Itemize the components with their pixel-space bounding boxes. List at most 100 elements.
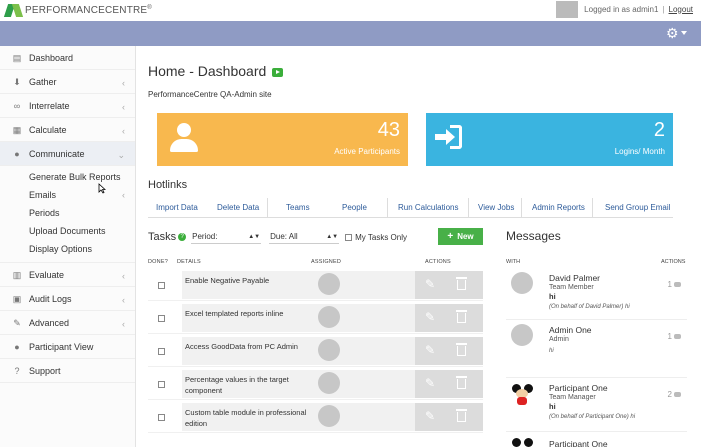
period-label: Period: — [192, 232, 218, 241]
table-row: Custom table module in professional edit… — [148, 402, 483, 433]
sidebar-item-interrelate[interactable]: ∞ Interrelate ‹ — [0, 94, 135, 118]
gear-icon[interactable]: ⚙ — [666, 26, 681, 41]
link-icon: ∞ — [13, 100, 21, 111]
done-checkbox[interactable] — [158, 414, 165, 421]
col-msg-actions: ACTIONS — [661, 259, 686, 265]
hotlink-run-calculations[interactable]: Run Calculations — [388, 198, 469, 218]
sidebar-item-participant-view[interactable]: ● Participant View — [0, 335, 135, 359]
edit-icon[interactable]: ✎ — [425, 344, 438, 356]
chevron-left-icon: ‹ — [122, 102, 125, 112]
tile-logins-month[interactable]: 2 Logins/ Month — [426, 113, 673, 166]
done-checkbox[interactable] — [158, 282, 165, 289]
user-icon — [169, 123, 199, 153]
page-title-text: Home - Dashboard — [148, 63, 267, 79]
page-title: Home - Dashboard — [148, 63, 284, 79]
chevron-left-icon: ‹ — [122, 126, 125, 136]
help-icon[interactable]: ? — [178, 233, 187, 241]
message-name: Participant One — [549, 439, 608, 447]
table-row: Excel templated reports inline ✎ — [148, 303, 483, 334]
done-checkbox[interactable] — [158, 348, 165, 355]
new-label: New — [457, 232, 474, 241]
sidebar-item-advanced[interactable]: ✎ Advanced ‹ — [0, 311, 135, 335]
trash-icon[interactable] — [456, 376, 467, 389]
reply-count[interactable]: 1 — [668, 332, 681, 341]
hotlink-admin-reports[interactable]: Admin Reports — [522, 198, 593, 218]
sidebar-item-support[interactable]: ? Support — [0, 359, 135, 383]
trash-icon[interactable] — [456, 409, 467, 422]
chevron-down-icon: ⌄ — [117, 150, 125, 160]
done-checkbox[interactable] — [158, 381, 165, 388]
message-item[interactable]: Participant One — [506, 434, 687, 447]
sidebar-item-gather[interactable]: ⬇ Gather ‹ — [0, 70, 135, 94]
submenu-upload-documents[interactable]: Upload Documents — [0, 222, 135, 240]
hotlinks-bar: Import Data Delete Data Teams People Run… — [148, 198, 673, 218]
message-item[interactable]: David Palmer Team Member hi (On behalf o… — [506, 270, 687, 320]
hotlink-send-group-email[interactable]: Send Group Email — [593, 198, 673, 218]
task-details[interactable]: Percentage values in the target componen… — [182, 370, 313, 398]
message-name: Admin One — [549, 325, 592, 335]
message-behalf: (On behalf of David Palmer) hi — [549, 304, 630, 310]
done-checkbox[interactable] — [158, 315, 165, 322]
caret-icon: ▲▼ — [326, 233, 339, 240]
caret-icon: ▲▼ — [248, 233, 261, 240]
task-details[interactable]: Access GoodData from PC Admin — [182, 337, 313, 365]
help-icon: ? — [14, 365, 20, 376]
sidebar-item-evaluate[interactable]: ▥ Evaluate ‹ — [0, 263, 135, 287]
my-tasks-checkbox[interactable] — [345, 233, 353, 241]
sidebar-item-label: Support — [29, 365, 61, 376]
col-actions: ACTIONS — [425, 259, 451, 265]
edit-icon[interactable]: ✎ — [425, 278, 438, 290]
message-role: Team Member — [549, 284, 594, 291]
hotlink-delete-data[interactable]: Delete Data — [208, 198, 268, 218]
separator: | — [662, 4, 665, 14]
sidebar-item-communicate[interactable]: ● Communicate ⌄ — [0, 142, 135, 166]
edit-icon[interactable]: ✎ — [425, 410, 438, 422]
message-name: Participant One — [549, 383, 608, 393]
hotlink-import-data[interactable]: Import Data — [148, 198, 208, 218]
chevron-left-icon: ‹ — [122, 319, 125, 329]
sidebar-item-calculate[interactable]: ▦ Calculate ‹ — [0, 118, 135, 142]
navbar: ⚙ — [0, 21, 701, 46]
reply-count[interactable]: 2 — [668, 390, 681, 399]
col-done: DONE? — [148, 259, 168, 265]
period-select[interactable]: Period: ▲▼ — [191, 231, 262, 244]
trash-icon[interactable] — [456, 343, 467, 356]
trash-icon[interactable] — [456, 277, 467, 290]
hotlink-view-jobs[interactable]: View Jobs — [469, 198, 522, 218]
col-details: DETAILS — [177, 259, 201, 265]
message-item[interactable]: Participant One Team Manager hi (On beha… — [506, 380, 687, 432]
col-assigned: ASSIGNED — [311, 259, 342, 265]
due-select[interactable]: Due: All ▲▼ — [269, 231, 340, 244]
edit-icon[interactable]: ✎ — [425, 311, 438, 323]
edit-icon[interactable]: ✎ — [425, 377, 438, 389]
reply-count[interactable]: 1 — [668, 280, 681, 289]
trash-icon[interactable] — [456, 310, 467, 323]
sidebar-item-audit-logs[interactable]: ▣ Audit Logs ‹ — [0, 287, 135, 311]
submenu-display-options[interactable]: Display Options — [0, 240, 135, 258]
submenu-periods[interactable]: Periods — [0, 204, 135, 222]
video-icon[interactable] — [272, 67, 284, 77]
sidebar-item-label: Advanced — [29, 317, 70, 328]
submenu-generate-bulk-reports[interactable]: Generate Bulk Reports — [0, 168, 135, 186]
logout-link[interactable]: Logout — [669, 5, 693, 14]
message-item[interactable]: Admin One Admin hi 1 — [506, 322, 687, 378]
avatar — [511, 272, 533, 294]
sidebar-item-label: Participant View — [29, 341, 94, 352]
site-name: PerformanceCentre QA-Admin site — [148, 90, 272, 99]
tile-active-participants[interactable]: 43 Active Participants — [157, 113, 408, 166]
log-icon: ▣ — [12, 293, 22, 304]
hotlink-teams[interactable]: Teams — [268, 198, 332, 218]
submenu-emails[interactable]: Emails ‹ — [0, 186, 135, 204]
task-details[interactable]: Enable Negative Payable — [182, 271, 313, 299]
sidebar-item-dashboard[interactable]: ▤ Dashboard — [0, 46, 135, 70]
message-role: Admin — [549, 336, 569, 343]
caret-down-icon[interactable] — [681, 31, 687, 35]
logo[interactable]: PERFORMANCECENTRE® — [3, 2, 152, 19]
hotlink-people[interactable]: People — [332, 198, 388, 218]
user-avatar[interactable] — [556, 0, 579, 18]
task-details[interactable]: Excel templated reports inline — [182, 304, 313, 332]
task-details[interactable]: Custom table module in professional edit… — [182, 403, 313, 431]
tile-label: Active Participants — [334, 147, 400, 156]
new-task-button[interactable]: + New — [438, 228, 483, 245]
sidebar: ▤ Dashboard ⬇ Gather ‹ ∞ Interrelate ‹ ▦… — [0, 46, 136, 447]
